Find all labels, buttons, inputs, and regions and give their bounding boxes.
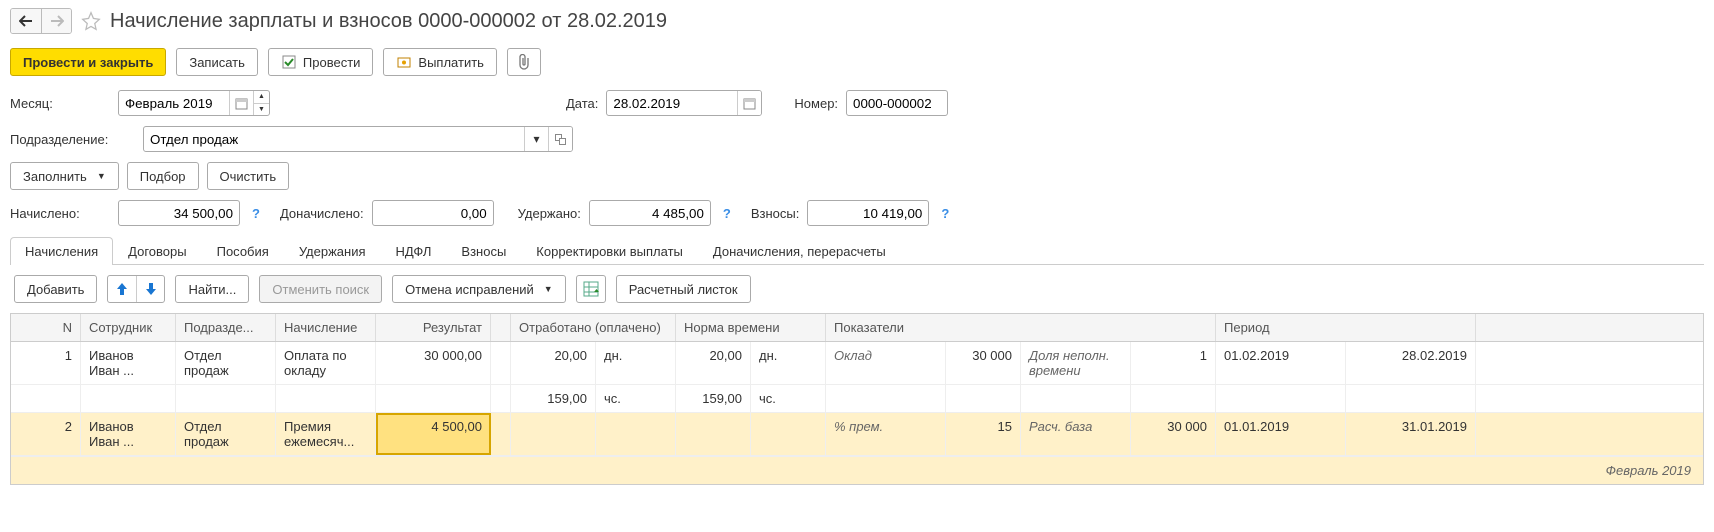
post-icon [281,54,297,70]
attach-button[interactable] [507,48,541,76]
tab-contributions[interactable]: Взносы [446,237,521,265]
tab-withholdings[interactable]: Удержания [284,237,381,265]
accrued-label: Начислено: [10,206,110,221]
nav-buttons [10,8,72,34]
dropdown-icon[interactable]: ▾ [524,127,548,151]
add-button[interactable]: Добавить [14,275,97,303]
accrued-input[interactable] [119,201,239,225]
find-button[interactable]: Найти... [175,275,249,303]
back-button[interactable] [11,9,41,33]
department-input-group: ▾ [143,126,573,152]
department-label: Подразделение: [10,132,135,147]
table-settings-button[interactable] [576,275,606,303]
fill-button[interactable]: Заполнить▼ [10,162,119,190]
post-button[interactable]: Провести [268,48,374,76]
department-input[interactable] [144,127,524,151]
pay-button[interactable]: Выплатить [383,48,497,76]
month-input[interactable] [119,91,229,115]
open-icon[interactable] [548,127,572,151]
contributions-label: Взносы: [751,206,800,221]
col-period[interactable]: Период [1216,314,1476,341]
tab-benefits[interactable]: Пособия [202,237,284,265]
month-spinner: ▲ ▼ [253,91,269,115]
number-input[interactable] [847,91,947,115]
pay-icon [396,54,412,70]
calendar-icon[interactable] [737,91,761,115]
tab-corrections[interactable]: Корректировки выплаты [521,237,698,265]
date-label: Дата: [566,96,598,111]
extra-accrued-label: Доначислено: [280,206,364,221]
month-label: Месяц: [10,96,110,111]
col-accrual[interactable]: Начисление [276,314,376,341]
accruals-grid: N Сотрудник Подразде... Начисление Резул… [10,313,1704,485]
help-icon[interactable]: ? [941,206,949,221]
spinner-up[interactable]: ▲ [254,91,269,103]
table-row[interactable]: 2 Иванов Иван ... Отдел продаж Премия еж… [11,413,1703,456]
clear-button[interactable]: Очистить [207,162,290,190]
tab-accruals[interactable]: Начисления [10,237,113,265]
date-input-group [606,90,762,116]
cancel-find-button: Отменить поиск [259,275,382,303]
number-label: Номер: [794,96,838,111]
move-up-button[interactable] [108,276,136,302]
post-and-close-button[interactable]: Провести и закрыть [10,48,166,76]
selected-cell[interactable]: 4 500,00 [376,413,491,455]
number-input-group [846,90,948,116]
tabs: Начисления Договоры Пособия Удержания НД… [10,236,1704,265]
date-input[interactable] [607,91,737,115]
chevron-down-icon: ▼ [97,171,106,181]
cancel-fixes-button[interactable]: Отмена исправлений▼ [392,275,566,303]
col-gap [491,314,511,341]
forward-button[interactable] [41,9,71,33]
col-department[interactable]: Подразде... [176,314,276,341]
tab-extra-accruals[interactable]: Доначисления, перерасчеты [698,237,901,265]
extra-accrued-input[interactable] [373,201,493,225]
move-arrows [107,275,165,303]
move-down-button[interactable] [136,276,164,302]
col-employee[interactable]: Сотрудник [81,314,176,341]
col-result[interactable]: Результат [376,314,491,341]
col-indicators[interactable]: Показатели [826,314,1216,341]
footer-period: Февраль 2019 [11,456,1703,484]
withheld-label: Удержано: [518,206,581,221]
favorite-icon[interactable] [80,10,102,32]
help-icon[interactable]: ? [723,206,731,221]
help-icon[interactable]: ? [252,206,260,221]
tab-contracts[interactable]: Договоры [113,237,201,265]
col-n[interactable]: N [11,314,81,341]
col-norm[interactable]: Норма времени [676,314,826,341]
save-button[interactable]: Записать [176,48,258,76]
table-row[interactable]: 1 Иванов Иван ... Отдел продаж Оплата по… [11,342,1703,413]
month-input-group: ▲ ▼ [118,90,270,116]
payslip-button[interactable]: Расчетный листок [616,275,751,303]
chevron-down-icon: ▼ [544,284,553,294]
spinner-down[interactable]: ▼ [254,103,269,116]
page-title: Начисление зарплаты и взносов 0000-00000… [110,10,667,33]
withheld-input[interactable] [590,201,710,225]
calendar-icon[interactable] [229,91,253,115]
col-worked[interactable]: Отработано (оплачено) [511,314,676,341]
paperclip-icon [516,54,532,70]
pick-button[interactable]: Подбор [127,162,199,190]
tab-ndfl[interactable]: НДФЛ [381,237,447,265]
contributions-input[interactable] [808,201,928,225]
